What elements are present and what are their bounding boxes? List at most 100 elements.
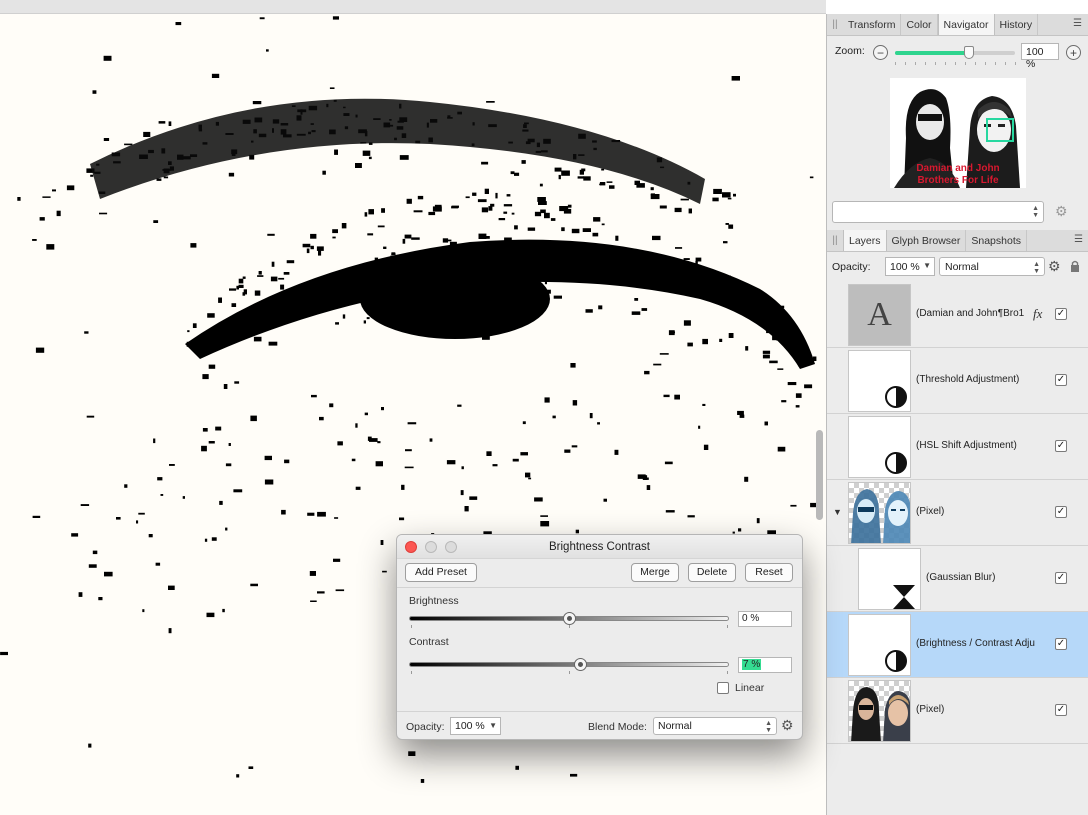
dialog-opacity-field[interactable]: 100 % ▼ bbox=[450, 717, 501, 735]
canvas-vertical-scrollbar[interactable] bbox=[816, 430, 823, 520]
tab-transform[interactable]: Transform bbox=[843, 14, 902, 35]
tab-glyph-browser[interactable]: Glyph Browser bbox=[887, 230, 967, 251]
contrast-slider-thumb[interactable] bbox=[574, 658, 588, 671]
zoom-row: Zoom: − 100 % + bbox=[827, 36, 1088, 70]
layer-visibility-checkbox[interactable]: ✓ bbox=[1055, 704, 1067, 716]
layer-row-hsl[interactable]: (HSL Shift Adjustment) ✓ bbox=[827, 414, 1088, 480]
navigator-view-rect[interactable] bbox=[986, 118, 1014, 142]
panel-grip-icon[interactable]: || bbox=[827, 230, 843, 251]
zoom-slider[interactable] bbox=[895, 46, 1015, 59]
layer-name: (Pixel) bbox=[916, 704, 945, 715]
layer-row-threshold[interactable]: (Threshold Adjustment) ✓ bbox=[827, 348, 1088, 414]
adjustment-layer-thumbnail bbox=[848, 614, 911, 676]
tab-layers[interactable]: Layers bbox=[843, 230, 887, 251]
dialog-opacity-label: Opacity: bbox=[406, 721, 445, 733]
adjustment-half-circle-icon bbox=[885, 650, 907, 672]
contrast-value-field[interactable]: 7 % bbox=[738, 657, 792, 673]
layer-visibility-checkbox[interactable]: ✓ bbox=[1055, 572, 1067, 584]
navigator-preview[interactable]: Damian and John Brothers For Life bbox=[890, 78, 1026, 188]
dialog-blend-mode-select[interactable]: Normal ▲ ▼ bbox=[653, 717, 777, 735]
tab-color[interactable]: Color bbox=[901, 14, 938, 35]
layer-name: (Gaussian Blur) bbox=[926, 572, 996, 583]
layer-name: (Damian and John¶Bro1 bbox=[916, 308, 1025, 319]
minimize-icon[interactable] bbox=[425, 541, 437, 553]
layer-name: (HSL Shift Adjustment) bbox=[916, 440, 1017, 451]
layer-settings-gear-icon[interactable]: ⚙ bbox=[1048, 258, 1061, 275]
adjustment-layer-thumbnail bbox=[848, 416, 911, 478]
adjustment-half-circle-icon bbox=[885, 386, 907, 408]
panel-grip-icon[interactable]: || bbox=[827, 14, 843, 35]
stepper-icon: ▲ ▼ bbox=[1033, 261, 1040, 275]
zoom-tick bbox=[895, 62, 896, 65]
maximize-icon[interactable] bbox=[445, 541, 457, 553]
layer-name: (Threshold Adjustment) bbox=[916, 374, 1020, 385]
layer-visibility-checkbox[interactable]: ✓ bbox=[1055, 638, 1067, 650]
stepper-icon: ▲ ▼ bbox=[765, 720, 772, 734]
navigator-settings-gear-icon[interactable]: ⚙ bbox=[1055, 203, 1068, 220]
layers-empty-area bbox=[827, 744, 1088, 815]
linear-label: Linear bbox=[735, 682, 765, 694]
navigator-preset-select[interactable]: ▲ ▼ bbox=[832, 201, 1044, 223]
zoom-value-field[interactable]: 100 % bbox=[1021, 43, 1059, 70]
hourglass-icon bbox=[893, 585, 915, 609]
merge-button[interactable]: Merge bbox=[631, 563, 679, 582]
zoom-tick bbox=[905, 62, 906, 65]
zoom-tick bbox=[915, 62, 916, 65]
zoom-tick bbox=[955, 62, 956, 65]
layer-row-brightness-contrast[interactable]: (Brightness / Contrast Adju ✓ bbox=[827, 612, 1088, 678]
layers-list: A (Damian and John¶Bro1 fx ✓ (Threshold … bbox=[827, 282, 1088, 744]
preview-caption-line-2: Brothers For Life bbox=[917, 175, 999, 186]
dropdown-caret-icon: ▼ bbox=[489, 721, 497, 730]
delete-button[interactable]: Delete bbox=[688, 563, 736, 582]
pixel-layer-thumbnail bbox=[848, 680, 911, 742]
layer-visibility-checkbox[interactable]: ✓ bbox=[1055, 440, 1067, 452]
layer-name: (Brightness / Contrast Adju bbox=[916, 638, 1035, 649]
navigator-tabbar: || Transform Color Navigator History ☰ bbox=[827, 14, 1088, 36]
stepper-icon: ▲ ▼ bbox=[1032, 205, 1039, 219]
tab-navigator[interactable]: Navigator bbox=[937, 14, 995, 35]
fx-icon[interactable]: fx bbox=[1033, 306, 1042, 322]
add-preset-button[interactable]: Add Preset bbox=[405, 563, 477, 582]
layer-row-text[interactable]: A (Damian and John¶Bro1 fx ✓ bbox=[827, 282, 1088, 348]
layer-blend-mode-select[interactable]: Normal ▲ ▼ bbox=[939, 257, 1045, 276]
brightness-value-field[interactable]: 0 % bbox=[738, 611, 792, 627]
zoom-tick bbox=[945, 62, 946, 65]
dialog-settings-gear-icon[interactable]: ⚙ bbox=[781, 717, 794, 734]
contrast-label: Contrast bbox=[409, 636, 449, 648]
layer-opacity-label: Opacity: bbox=[832, 261, 871, 273]
layer-visibility-checkbox[interactable]: ✓ bbox=[1055, 308, 1067, 320]
dialog-divider bbox=[397, 711, 802, 712]
zoom-tick bbox=[925, 62, 926, 65]
layer-row-pixel-group[interactable]: ▼ (Pixel) ✓ bbox=[827, 480, 1088, 546]
dialog-title-bar[interactable]: Brightness Contrast bbox=[397, 535, 802, 559]
layer-row-gaussian-blur[interactable]: (Gaussian Blur) ✓ bbox=[827, 546, 1088, 612]
panel-menu-icon[interactable]: ☰ bbox=[1074, 234, 1086, 246]
lock-icon[interactable] bbox=[1070, 260, 1080, 272]
layer-opacity-value: 100 % bbox=[890, 261, 920, 273]
zoom-tick bbox=[1005, 62, 1006, 65]
zoom-in-icon[interactable]: + bbox=[1066, 45, 1081, 60]
zoom-tick bbox=[975, 62, 976, 65]
contrast-slider[interactable] bbox=[409, 658, 729, 671]
zoom-out-icon[interactable]: − bbox=[873, 45, 888, 60]
tab-snapshots[interactable]: Snapshots bbox=[966, 230, 1027, 251]
dialog-opacity-value: 100 % bbox=[455, 720, 485, 732]
close-icon[interactable] bbox=[405, 541, 417, 553]
tab-history[interactable]: History bbox=[995, 14, 1039, 35]
brightness-slider[interactable] bbox=[409, 612, 729, 625]
layer-visibility-checkbox[interactable]: ✓ bbox=[1055, 374, 1067, 386]
preview-caption-line-1: Damian and John bbox=[916, 163, 1000, 174]
brightness-slider-thumb[interactable] bbox=[563, 612, 576, 625]
panel-menu-icon[interactable]: ☰ bbox=[1073, 18, 1085, 30]
disclosure-triangle-icon[interactable]: ▼ bbox=[833, 507, 842, 517]
layers-tabbar: || Layers Glyph Browser Snapshots ☰ bbox=[827, 230, 1088, 252]
zoom-slider-thumb[interactable] bbox=[964, 46, 975, 59]
filter-layer-thumbnail bbox=[858, 548, 921, 610]
reset-button[interactable]: Reset bbox=[745, 563, 793, 582]
layer-row-pixel-photo[interactable]: (Pixel) ✓ bbox=[827, 678, 1088, 744]
layer-opacity-field[interactable]: 100 % ▼ bbox=[885, 257, 935, 276]
adjustment-half-circle-icon bbox=[885, 452, 907, 474]
dialog-blend-mode-value: Normal bbox=[658, 720, 692, 732]
layer-visibility-checkbox[interactable]: ✓ bbox=[1055, 506, 1067, 518]
linear-checkbox[interactable] bbox=[717, 682, 729, 694]
